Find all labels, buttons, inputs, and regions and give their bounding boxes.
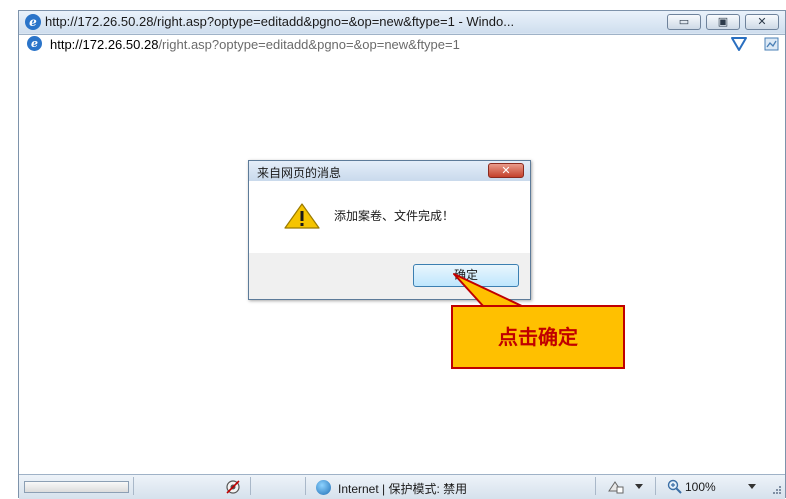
dialog-close-button[interactable]: ✕ <box>488 163 524 178</box>
privacy-icon[interactable] <box>225 479 243 495</box>
compatibility-view-icon[interactable] <box>764 36 780 52</box>
callout-pointer <box>453 273 525 308</box>
address-url[interactable]: http://172.26.50.28/right.asp?optype=edi… <box>50 37 460 52</box>
globe-icon <box>316 480 331 495</box>
page-icon: e <box>27 36 42 51</box>
security-zone[interactable]: Internet | 保护模式: 禁用 <box>338 480 467 497</box>
resize-grip-icon[interactable] <box>771 484 783 496</box>
dialog-title: 来自网页的消息 <box>257 166 342 180</box>
popup-settings-icon[interactable] <box>607 479 625 495</box>
zoom-icon[interactable] <box>667 479 683 495</box>
zoom-level[interactable]: 100% <box>685 480 716 494</box>
window-title: http://172.26.50.28/right.asp?optype=edi… <box>45 14 515 29</box>
ie-logo-icon: e <box>25 14 41 30</box>
dialog-message: 添加案卷、文件完成！ <box>334 209 455 223</box>
minimize-button[interactable]: ▭ <box>667 14 701 30</box>
maximize-button[interactable]: ▣ <box>706 14 740 30</box>
warning-icon <box>284 203 320 229</box>
status-separator <box>655 477 656 495</box>
progress-bar <box>24 481 129 493</box>
instruction-callout: 点击确定 <box>451 305 625 369</box>
status-separator <box>595 477 596 495</box>
shield-icon[interactable] <box>730 36 748 52</box>
address-path: /right.asp?optype=editadd&pgno=&op=new&f… <box>158 37 460 52</box>
address-host: http://172.26.50.28 <box>50 37 159 52</box>
status-separator <box>250 477 251 495</box>
status-separator <box>133 477 134 495</box>
status-separator <box>305 477 306 495</box>
close-window-button[interactable]: ✕ <box>745 14 779 30</box>
chevron-down-icon[interactable] <box>748 484 756 489</box>
chevron-down-icon[interactable] <box>635 484 643 489</box>
